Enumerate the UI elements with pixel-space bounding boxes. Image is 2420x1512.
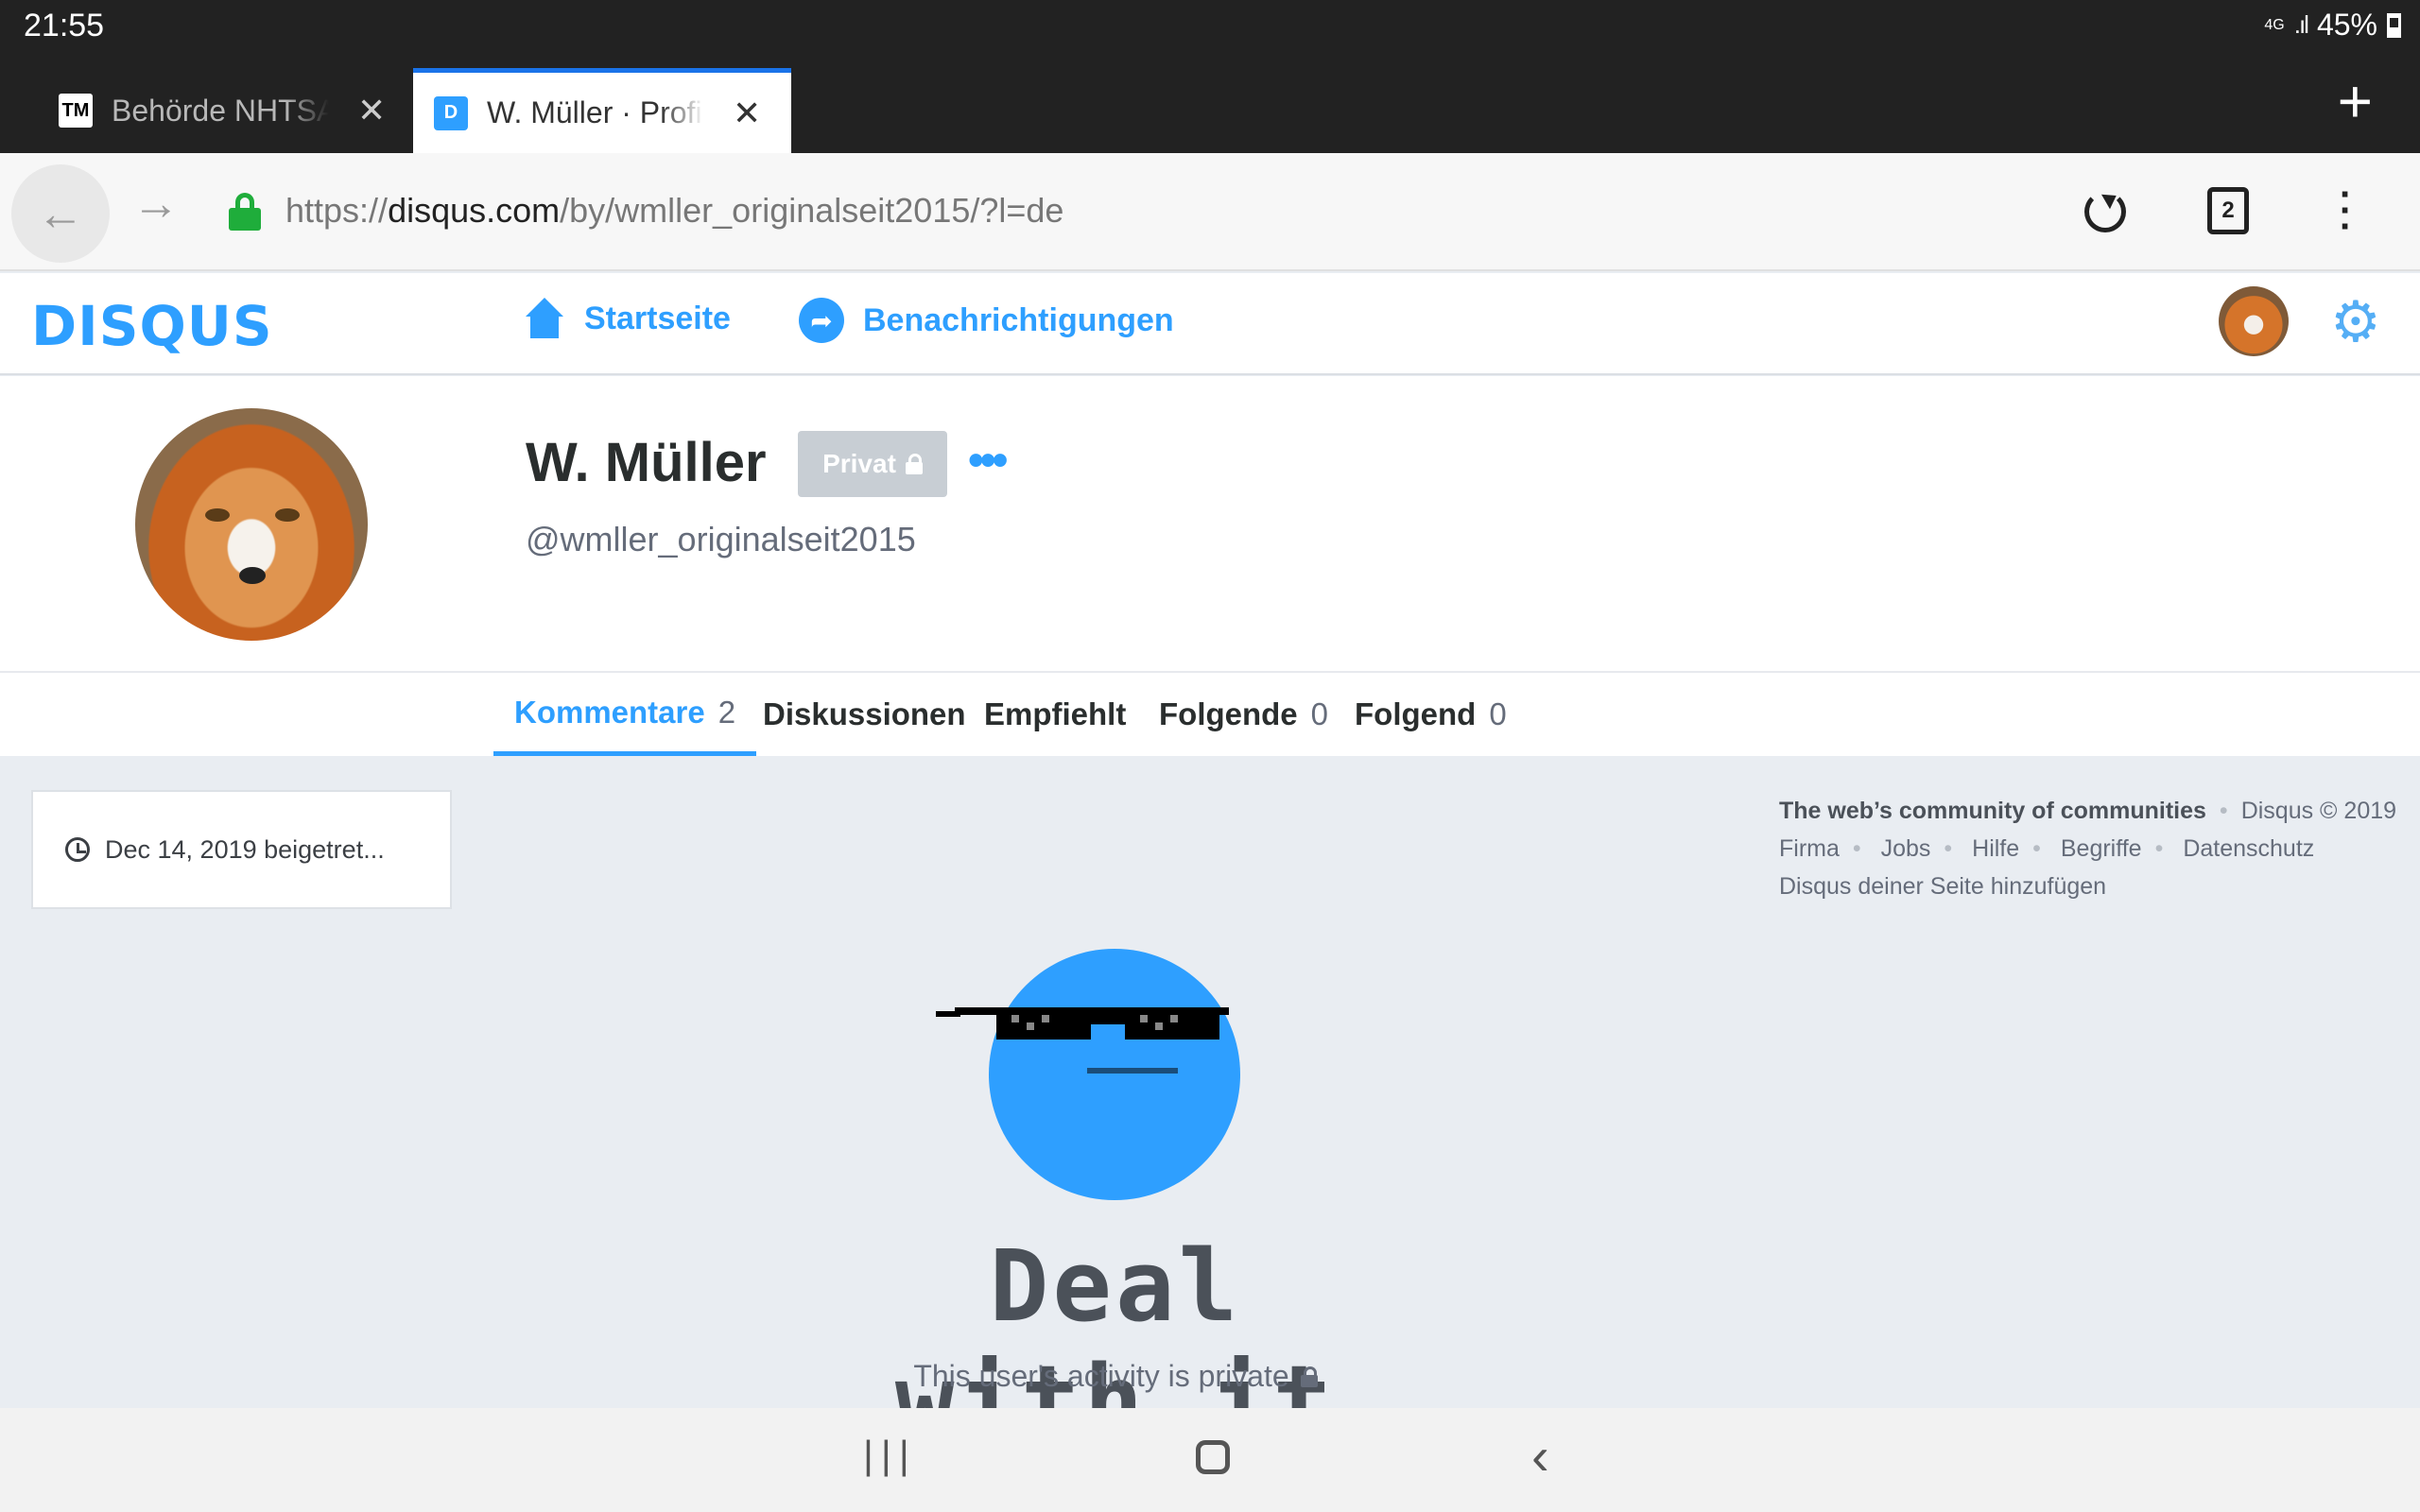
tab-comments[interactable]: Kommentare 2 — [493, 673, 757, 756]
tab-discussions[interactable]: Diskussionen — [763, 673, 966, 756]
pixel-sunglasses-icon — [936, 1007, 1229, 1040]
close-tab-icon[interactable]: ✕ — [357, 91, 386, 130]
secure-lock-icon[interactable] — [229, 193, 261, 231]
tab-favicon-icon: D — [434, 95, 468, 130]
footer-copyright: Disqus © 2019 — [2240, 798, 2397, 824]
nav-notifications-link[interactable]: ➦ Benachrichtigungen — [799, 298, 1174, 343]
address-bar: ← → https://disqus.com/by/wmller_origina… — [0, 153, 2420, 271]
browser-tab-2-active[interactable]: D W. Müller · Profil ✕ — [413, 68, 791, 153]
profile-avatar — [135, 408, 368, 641]
nav-home-link[interactable]: Startseite — [524, 298, 731, 339]
user-avatar[interactable] — [2219, 286, 2289, 356]
profile-tabs: Kommentare 2 Diskussionen Empfiehlt Folge… — [0, 673, 2420, 756]
new-tab-icon[interactable]: + — [2338, 71, 2373, 131]
clock-icon — [65, 837, 90, 862]
private-activity-note: This user's activity is private — [851, 1359, 1380, 1394]
tab-followers[interactable]: Folgende 0 — [1159, 673, 1328, 756]
footer-link[interactable]: Jobs — [1881, 835, 1931, 862]
blue-face — [989, 949, 1240, 1200]
recent-apps-icon[interactable]: ||| — [863, 1433, 917, 1478]
profile-handle: @wmller_originalseit2015 — [526, 520, 916, 558]
nav-home-label: Startseite — [584, 300, 731, 336]
tab-upvotes[interactable]: Empfiehlt — [984, 673, 1126, 756]
privacy-badge-label: Privat — [822, 449, 896, 478]
gear-icon[interactable]: ⚙ — [2330, 294, 2381, 351]
tab-switcher-button[interactable]: 2 — [2207, 187, 2249, 234]
home-icon — [524, 298, 565, 339]
android-nav-bar: ||| ‹ — [0, 1408, 2420, 1512]
close-tab-icon[interactable]: ✕ — [733, 94, 761, 133]
reload-icon[interactable] — [2084, 191, 2126, 232]
browser-tab-1[interactable]: TM Behörde NHTSA ✕ — [38, 68, 406, 153]
tab-favicon-icon: TM — [59, 94, 93, 128]
battery-icon — [2387, 12, 2401, 38]
footer-link[interactable]: Begriffe — [2061, 835, 2142, 862]
tab-title: W. Müller · Profil — [487, 95, 704, 129]
privacy-badge: Privat — [798, 431, 947, 497]
tab-title: Behörde NHTSA — [112, 93, 329, 128]
disqus-navbar: DISQUS Startseite ➦ Benachrichtigungen ⚙ — [0, 273, 2420, 375]
footer-link[interactable]: Datenschutz — [2183, 835, 2314, 862]
home-button-icon[interactable] — [1196, 1440, 1230, 1474]
footer-tagline[interactable]: The web’s community of communities — [1779, 798, 2206, 824]
face-mouth — [1087, 1068, 1178, 1074]
private-illustration — [936, 945, 1286, 1219]
url-field[interactable]: https://disqus.com/by/wmller_originalsei… — [285, 191, 1063, 231]
joined-date: Dec 14, 2019 beigetret... — [105, 834, 385, 864]
battery-level: 45% — [2316, 8, 2377, 42]
joined-date-card: Dec 14, 2019 beigetret... — [31, 790, 452, 909]
status-time: 21:55 — [24, 8, 105, 43]
forward-arrow-icon[interactable]: → — [132, 176, 180, 231]
signal-icon: .ıl — [2293, 10, 2309, 39]
disqus-logo[interactable]: DISQUS — [31, 294, 273, 358]
more-options-button[interactable]: ••• — [968, 435, 1008, 487]
footer-link[interactable]: Hilfe — [1972, 835, 2019, 862]
profile-header: W. Müller Privat ••• @wmller_originalsei… — [0, 376, 2420, 673]
status-indicators: 4G .ıl 45% — [2264, 8, 2401, 43]
menu-kebab-icon[interactable]: · · · — [2340, 176, 2352, 246]
network-indicator: 4G — [2264, 16, 2285, 33]
back-arrow-icon[interactable]: ← — [11, 164, 110, 263]
tab-following[interactable]: Folgend 0 — [1355, 673, 1507, 756]
back-chevron-icon[interactable]: ‹ — [1531, 1425, 1549, 1486]
profile-name: W. Müller — [526, 432, 767, 493]
notifications-icon: ➦ — [799, 298, 844, 343]
nav-notifications-label: Benachrichtigungen — [863, 301, 1174, 338]
browser-chrome: 21:55 4G .ıl 45% TM Behörde NHTSA ✕ D W.… — [0, 0, 2420, 153]
sidebar-footer: The web’s community of communities • Disqu… — [1779, 798, 2397, 900]
lock-icon — [1300, 1366, 1318, 1387]
footer-link[interactable]: Firma — [1779, 835, 1840, 862]
lock-icon — [905, 454, 923, 474]
add-disqus-link[interactable]: Disqus deiner Seite hinzufügen — [1779, 873, 2106, 900]
